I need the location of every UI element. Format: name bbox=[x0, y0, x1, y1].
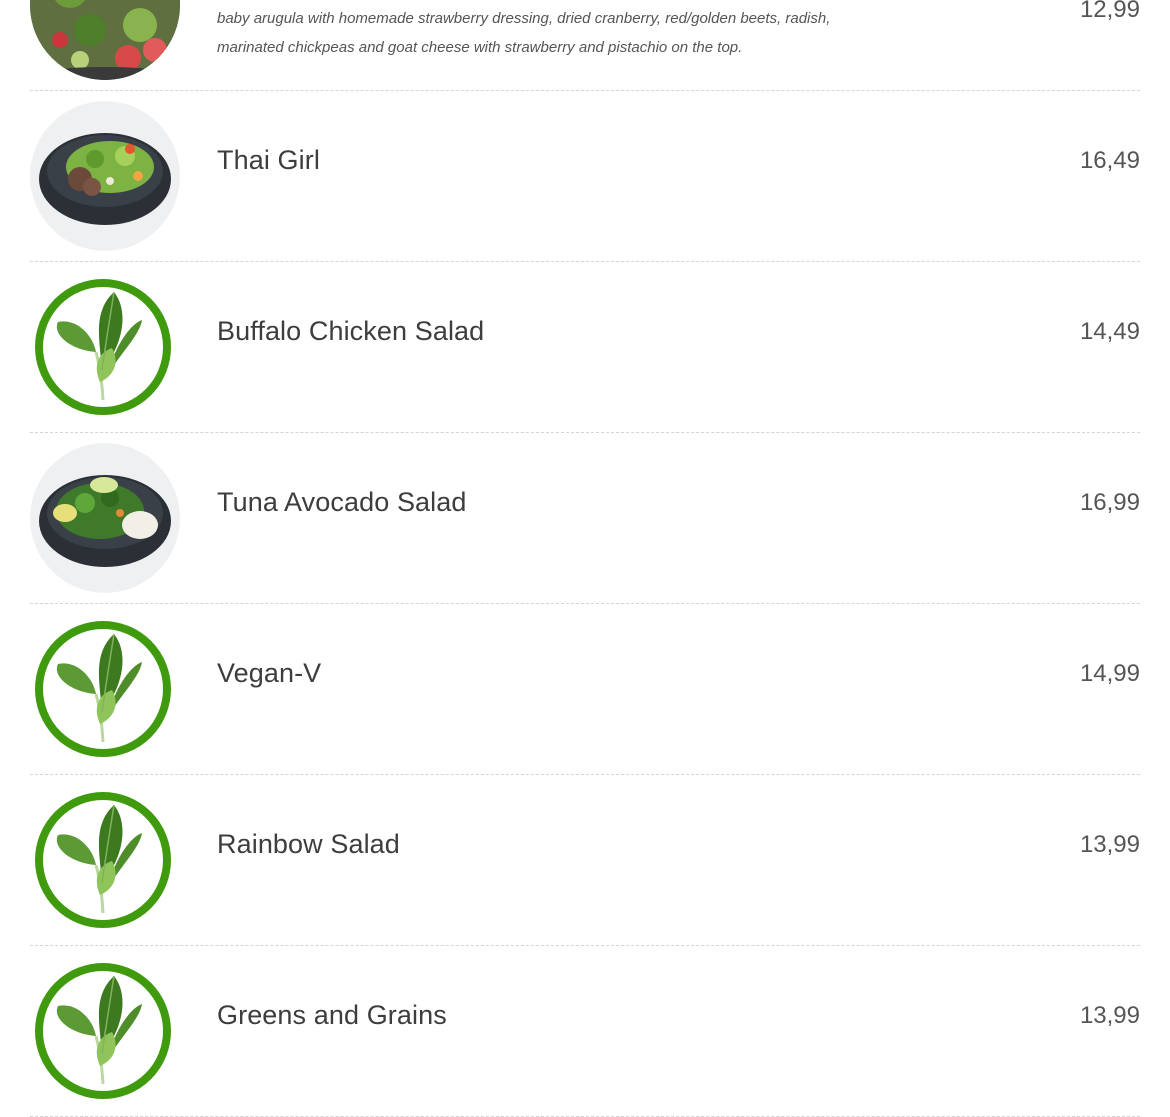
item-name: Rainbow Salad bbox=[217, 829, 400, 859]
item-price: 13,99 bbox=[1079, 1002, 1140, 1029]
item-name: Greens and Grains bbox=[217, 1000, 447, 1030]
spinach-leaf-icon bbox=[30, 785, 180, 935]
item-price: 12,99 bbox=[1079, 0, 1140, 23]
menu-item[interactable]: baby arugula with homemade strawberry dr… bbox=[30, 0, 1140, 91]
item-description: baby arugula with homemade strawberry dr… bbox=[217, 10, 831, 56]
item-price: 14,99 bbox=[1079, 660, 1140, 687]
menu-item[interactable]: Thai Girl 16,49 bbox=[30, 91, 1140, 262]
item-price: 14,49 bbox=[1079, 318, 1140, 345]
item-name: Tuna Avocado Salad bbox=[217, 487, 467, 517]
salad-photo bbox=[30, 0, 180, 80]
salad-bowl-photo bbox=[30, 101, 180, 251]
salad-bowl-photo bbox=[30, 443, 180, 593]
item-price: 16,99 bbox=[1079, 489, 1140, 516]
menu-item[interactable]: Tuna Avocado Salad 16,99 bbox=[30, 433, 1140, 604]
menu-list: baby arugula with homemade strawberry dr… bbox=[30, 0, 1140, 1117]
item-name: Buffalo Chicken Salad bbox=[217, 316, 485, 346]
spinach-leaf-icon bbox=[30, 614, 180, 764]
menu-item[interactable]: Buffalo Chicken Salad 14,49 bbox=[30, 262, 1140, 433]
menu-item[interactable]: Rainbow Salad 13,99 bbox=[30, 775, 1140, 946]
item-name: Vegan-V bbox=[217, 658, 322, 688]
menu-item[interactable]: Vegan-V 14,99 bbox=[30, 604, 1140, 775]
item-price: 13,99 bbox=[1079, 831, 1140, 858]
spinach-leaf-icon bbox=[30, 272, 180, 422]
item-price: 16,49 bbox=[1079, 147, 1140, 174]
spinach-leaf-icon bbox=[30, 956, 180, 1106]
item-name: Thai Girl bbox=[217, 145, 320, 175]
menu-item[interactable]: Greens and Grains 13,99 bbox=[30, 946, 1140, 1117]
